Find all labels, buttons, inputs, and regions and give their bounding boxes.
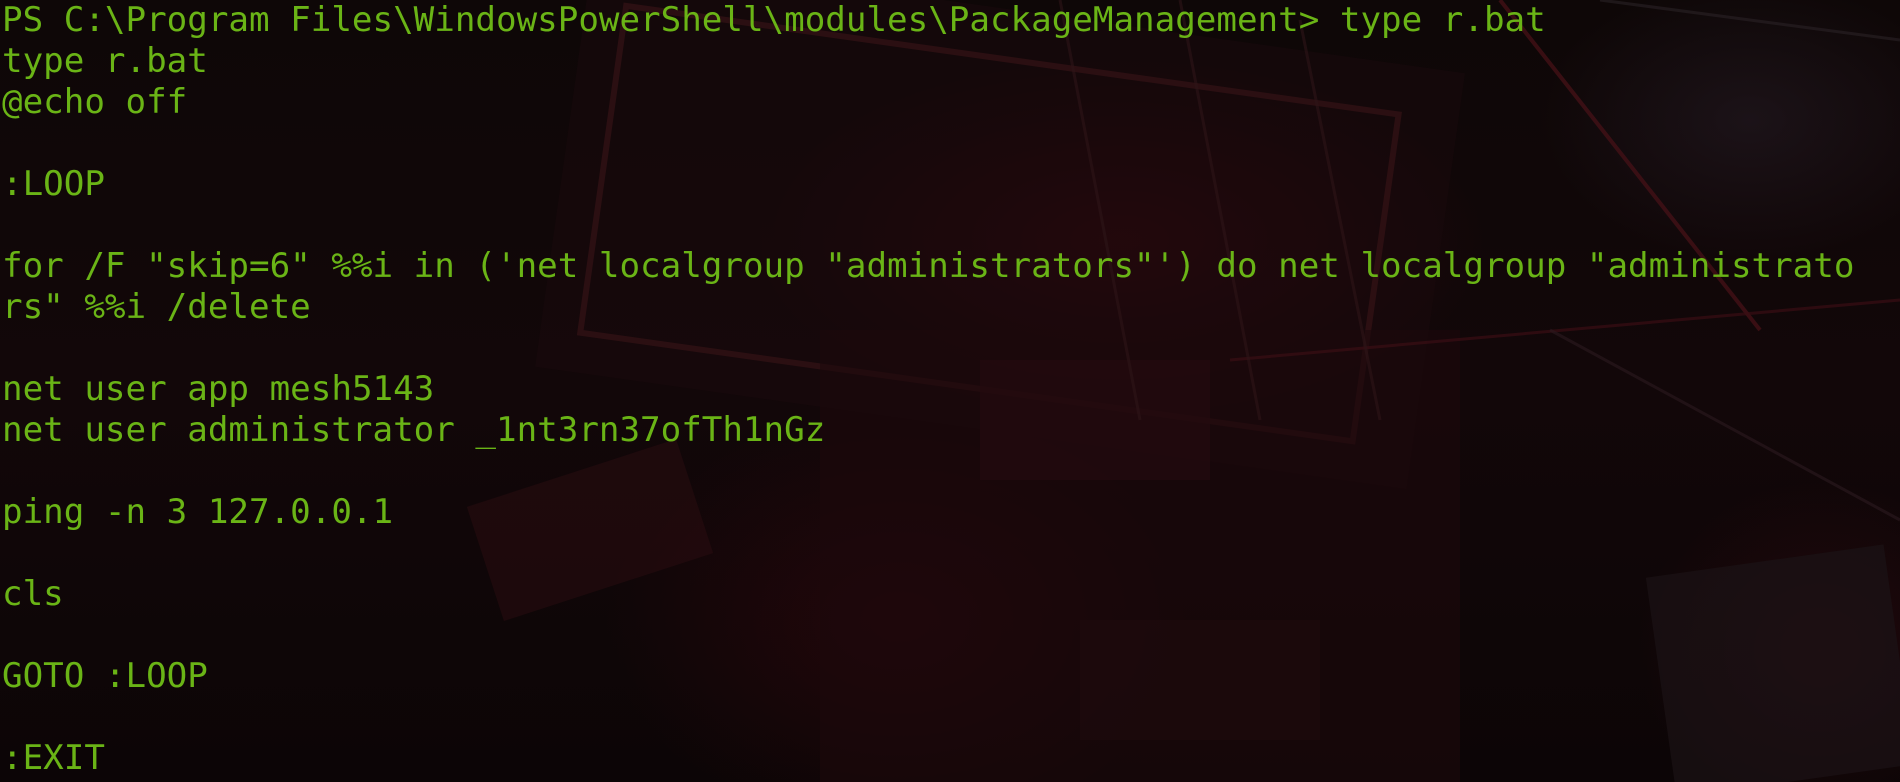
output-line: net user app mesh5143 <box>2 369 435 409</box>
output-line: GOTO :LOOP <box>2 656 208 696</box>
output-line: @echo off <box>2 82 188 122</box>
output-line: for /F "skip=6" %%i in ('net localgroup … <box>2 246 1855 286</box>
output-line: :LOOP <box>2 164 105 204</box>
output-line: :EXIT <box>2 738 105 778</box>
terminal-window[interactable]: PS C:\Program Files\WindowsPowerShell\mo… <box>0 0 1900 782</box>
output-line: ping -n 3 127.0.0.1 <box>2 492 394 532</box>
output-line: type r.bat <box>2 41 208 81</box>
output-line: net user administrator _1nt3rn37ofTh1nGz <box>2 410 826 450</box>
output-line: cls <box>2 574 64 614</box>
prompt-line: PS C:\Program Files\WindowsPowerShell\mo… <box>2 0 1546 40</box>
terminal-output[interactable]: PS C:\Program Files\WindowsPowerShell\mo… <box>2 0 1854 779</box>
output-line: rs" %%i /delete <box>2 287 311 327</box>
